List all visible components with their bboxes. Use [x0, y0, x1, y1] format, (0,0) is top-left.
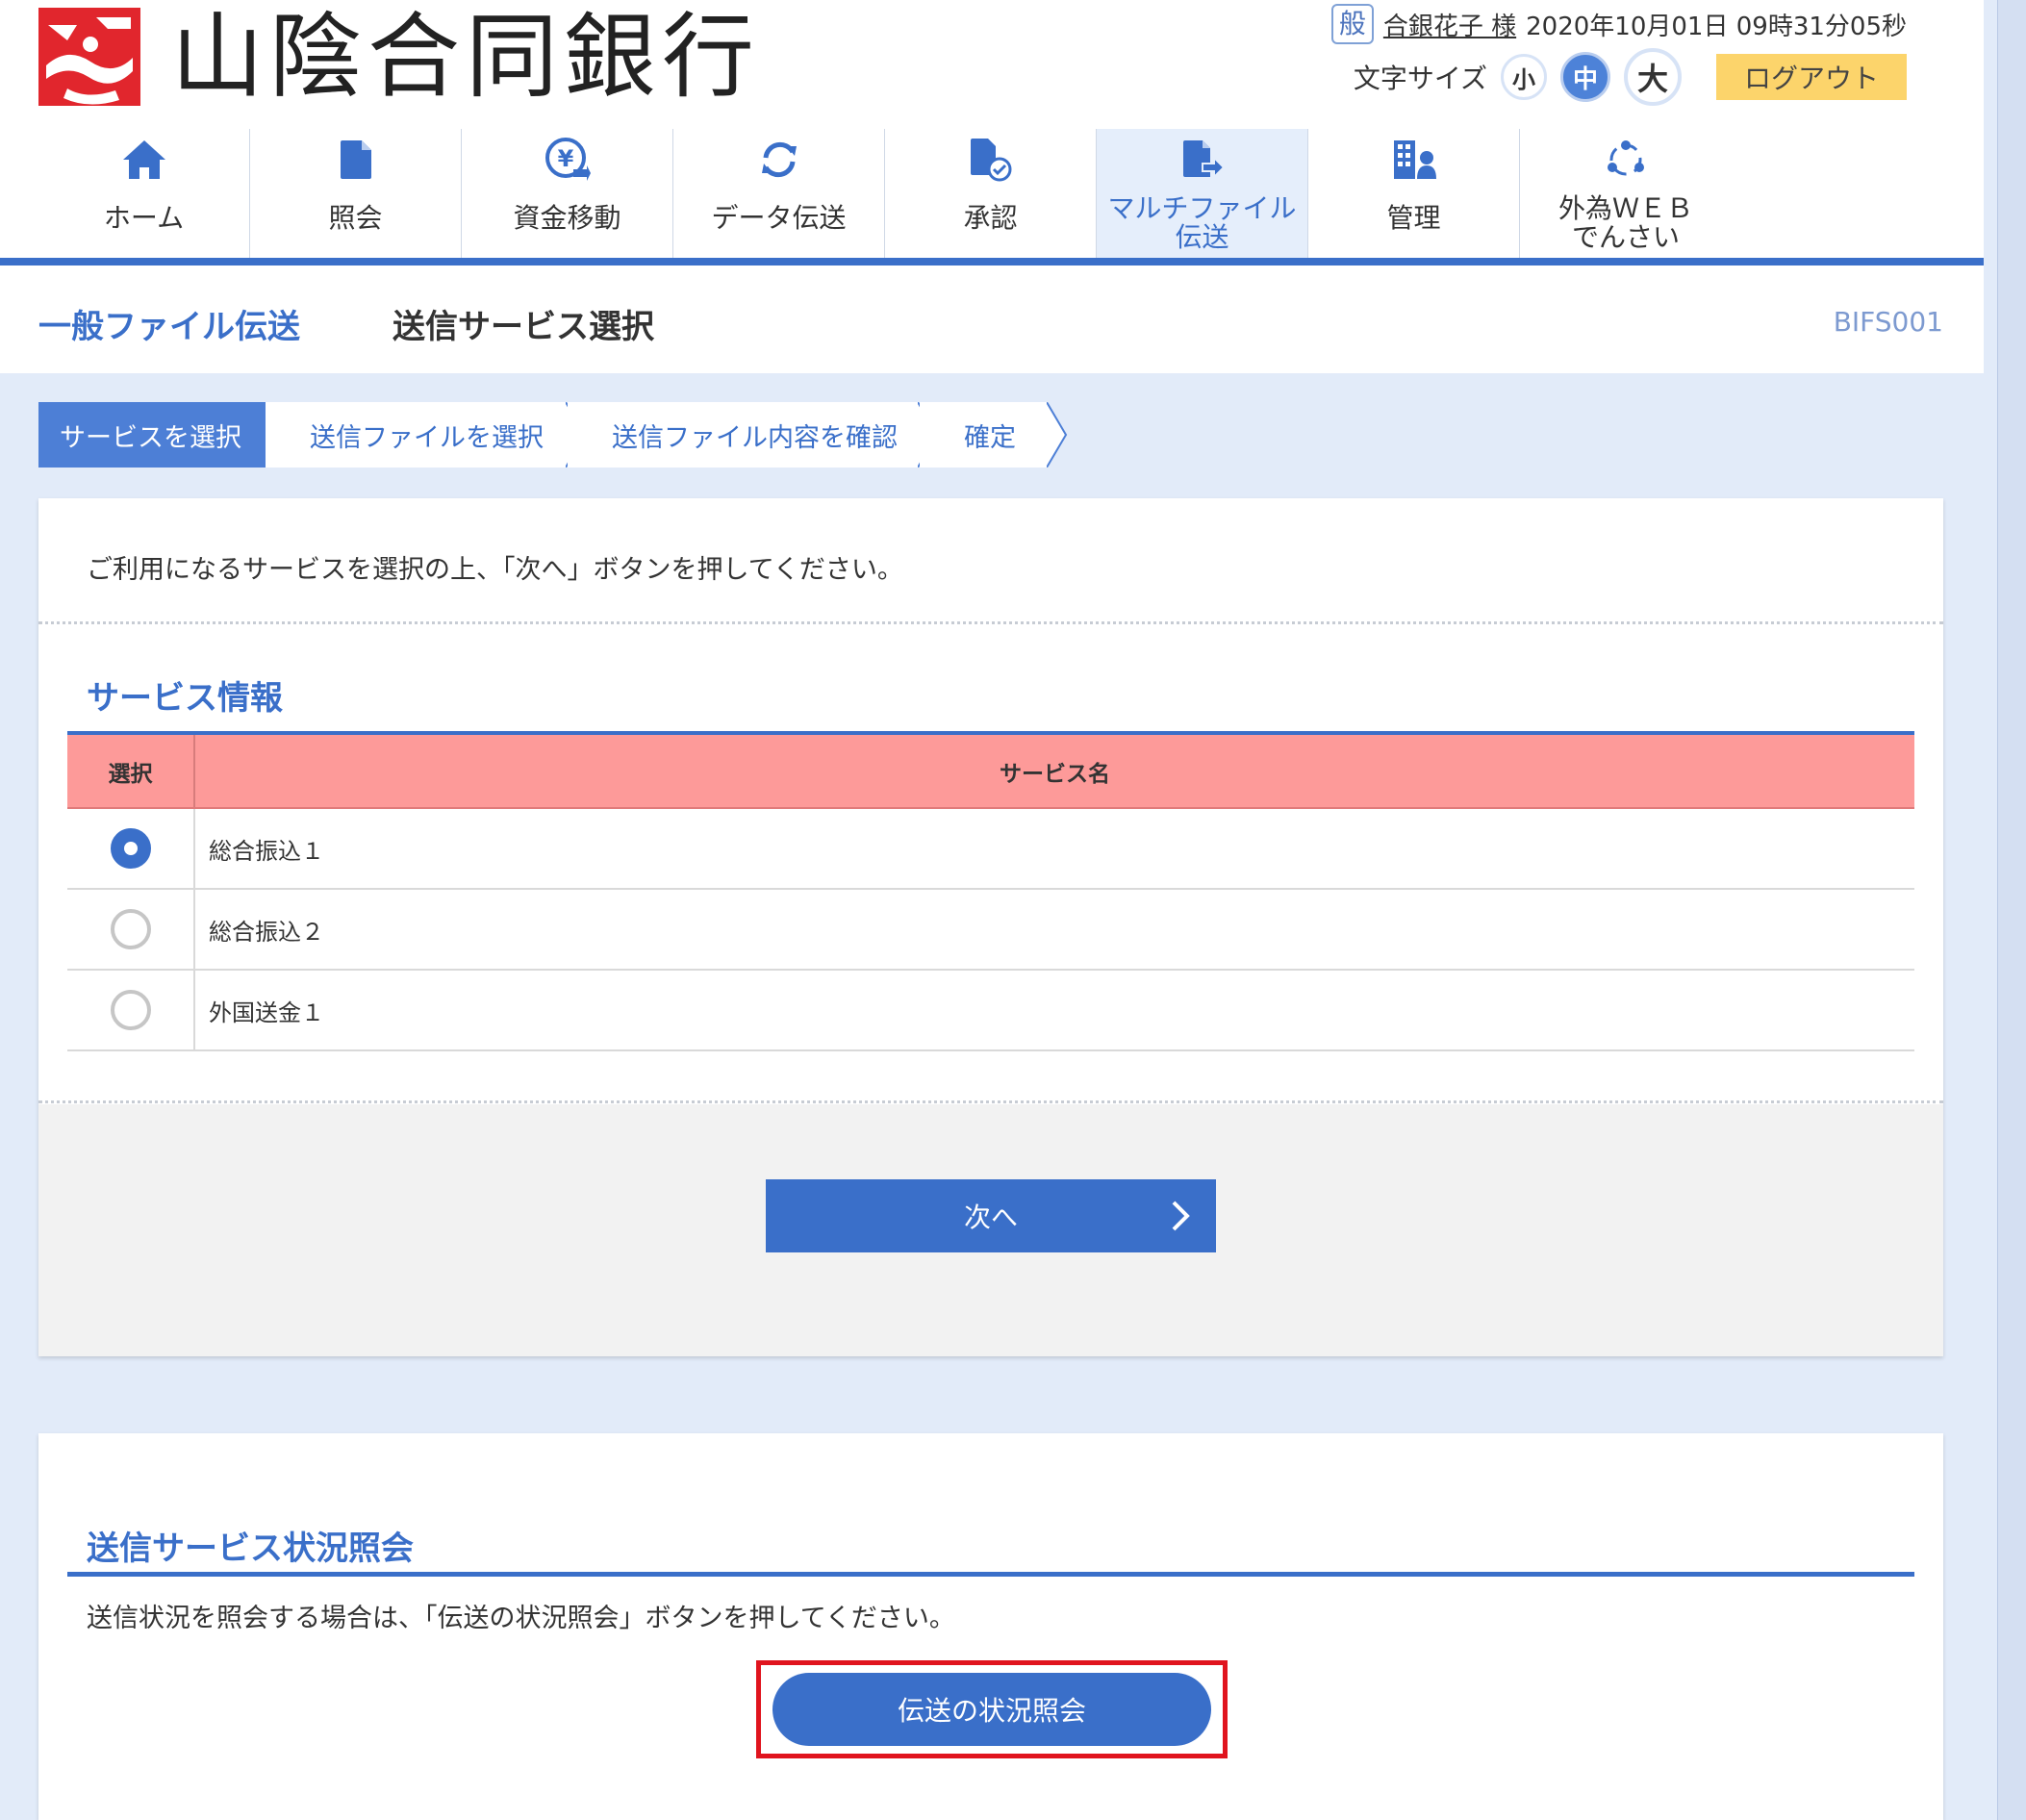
- page-subtitle: 送信サービス選択: [393, 308, 654, 346]
- file-send-icon: [1178, 135, 1228, 185]
- nav-label: 外為ＷＥＢ でんさい: [1557, 192, 1693, 253]
- user-info: 般 合銀花子 様 2020年10月01日 09時31分05秒: [1330, 4, 1907, 44]
- select-cell: [67, 808, 195, 890]
- nav-item-management[interactable]: 管理: [1308, 129, 1520, 258]
- nav-item-home[interactable]: ホーム: [38, 129, 250, 258]
- user-name-link[interactable]: 合銀花子 様: [1383, 7, 1516, 42]
- service-info-title: サービス情報: [87, 679, 283, 718]
- step-arrow-icon: [1047, 402, 1068, 468]
- main-nav: ホーム 照会 ¥ 資金移動 データ伝送 承認 マルチファイル 伝送 管理 外為Ｗ…: [38, 129, 1732, 258]
- nav-label: 照会: [328, 202, 383, 234]
- step-label: 送信ファイルを選択: [310, 422, 544, 453]
- document-icon: [331, 135, 381, 185]
- column-header-service-name: サービス名: [194, 735, 1914, 809]
- font-size-controls: 文字サイズ 小 中 大 ログアウト: [1354, 48, 1907, 106]
- highlight-frame: 伝送の状況照会: [756, 1660, 1228, 1758]
- nav-item-foreign-exchange-densai[interactable]: 外為ＷＥＢ でんさい: [1520, 129, 1732, 258]
- home-icon: [119, 135, 169, 185]
- nav-label: データ伝送: [711, 202, 847, 234]
- nav-label: 資金移動: [513, 202, 621, 234]
- step-complete: 確定: [920, 402, 1068, 468]
- vertical-scrollbar[interactable]: [1997, 0, 2026, 1820]
- service-radio-2[interactable]: [110, 909, 151, 949]
- login-datetime: 2020年10月01日 09時31分05秒: [1526, 12, 1907, 41]
- select-cell: [67, 889, 195, 971]
- approve-document-icon: [966, 135, 1016, 185]
- screen-id: BIFS001: [1833, 306, 1943, 338]
- nav-label: 承認: [963, 202, 1018, 234]
- service-radio-1[interactable]: [110, 828, 151, 869]
- nav-underline: [0, 258, 1984, 265]
- yen-transfer-icon: ¥: [543, 135, 593, 185]
- table-row[interactable]: 総合振込２: [67, 889, 1914, 971]
- management-icon: [1389, 135, 1439, 185]
- nav-label: ホーム: [103, 202, 185, 234]
- svg-text:¥: ¥: [557, 145, 573, 172]
- service-name-cell: 総合振込１: [194, 808, 1914, 890]
- section-rule: [67, 1572, 1914, 1577]
- nav-item-approval[interactable]: 承認: [885, 129, 1097, 258]
- step-label: 確定: [964, 422, 1016, 453]
- step-confirm-file-content: 送信ファイル内容を確認: [568, 402, 939, 468]
- service-selection-card: ご利用になるサービスを選択の上、「次へ」ボタンを押してください。 サービス情報 …: [38, 498, 1943, 1356]
- service-table: 選択 サービス名 総合振込１ 総合振込２ 外国送金１: [67, 735, 1914, 1051]
- next-button-label: 次へ: [963, 1201, 1018, 1233]
- font-size-label: 文字サイズ: [1353, 63, 1487, 94]
- service-name-cell: 総合振込２: [194, 889, 1914, 971]
- nav-item-multi-file-transmission[interactable]: マルチファイル 伝送: [1097, 129, 1308, 258]
- font-size-small-button[interactable]: 小: [1501, 54, 1547, 100]
- nav-item-data-transmission[interactable]: データ伝送: [673, 129, 885, 258]
- bank-logo-mark-icon: [38, 8, 140, 106]
- refresh-icon: [754, 135, 804, 185]
- button-area: 次へ: [38, 1104, 1943, 1356]
- chevron-right-icon: [1172, 1201, 1190, 1231]
- user-type-badge: 般: [1330, 4, 1374, 44]
- header: 山陰合同銀行 般 合銀花子 様 2020年10月01日 09時31分05秒 文字…: [0, 0, 1984, 265]
- step-select-file: 送信ファイルを選択: [266, 402, 587, 468]
- nav-item-fund-transfer[interactable]: ¥ 資金移動: [462, 129, 673, 258]
- table-header-row: 選択 サービス名: [67, 735, 1914, 809]
- transmission-status-button[interactable]: 伝送の状況照会: [772, 1673, 1211, 1746]
- table-row[interactable]: 総合振込１: [67, 808, 1914, 890]
- step-label: サービスを選択: [60, 422, 241, 453]
- service-name-cell: 外国送金１: [194, 970, 1914, 1051]
- table-row[interactable]: 外国送金１: [67, 970, 1914, 1051]
- nav-label: 管理: [1386, 202, 1441, 234]
- bank-name: 山陰合同銀行: [171, 3, 760, 111]
- status-inquiry-text: 送信状況を照会する場合は、「伝送の状況照会」ボタンを押してください。: [87, 1604, 955, 1633]
- status-inquiry-card: 送信サービス状況照会 送信状況を照会する場合は、「伝送の状況照会」ボタンを押して…: [38, 1433, 1943, 1820]
- next-button[interactable]: 次へ: [766, 1179, 1216, 1252]
- instruction-text: ご利用になるサービスを選択の上、「次へ」ボタンを押してください。: [87, 555, 903, 585]
- bank-logo: 山陰合同銀行: [38, 8, 760, 106]
- status-inquiry-title: 送信サービス状況照会: [87, 1529, 414, 1568]
- logout-button[interactable]: ログアウト: [1716, 54, 1907, 100]
- nav-label: マルチファイル 伝送: [1107, 192, 1297, 253]
- service-radio-3[interactable]: [110, 990, 151, 1030]
- network-icon: [1601, 135, 1651, 185]
- font-size-large-button[interactable]: 大: [1624, 48, 1682, 106]
- nav-item-inquiry[interactable]: 照会: [250, 129, 462, 258]
- divider: [38, 1100, 1943, 1103]
- step-indicator: サービスを選択 送信ファイルを選択 送信ファイル内容を確認 確定: [38, 402, 1068, 468]
- step-select-service: サービスを選択: [38, 402, 283, 468]
- column-header-select: 選択: [67, 735, 195, 809]
- font-size-medium-button[interactable]: 中: [1560, 52, 1610, 102]
- page-title: 一般ファイル伝送: [38, 308, 300, 346]
- select-cell: [67, 970, 195, 1051]
- page-title-band: 一般ファイル伝送 送信サービス選択 BIFS001: [0, 265, 1984, 373]
- divider: [38, 621, 1943, 624]
- step-label: 送信ファイル内容を確認: [612, 422, 898, 453]
